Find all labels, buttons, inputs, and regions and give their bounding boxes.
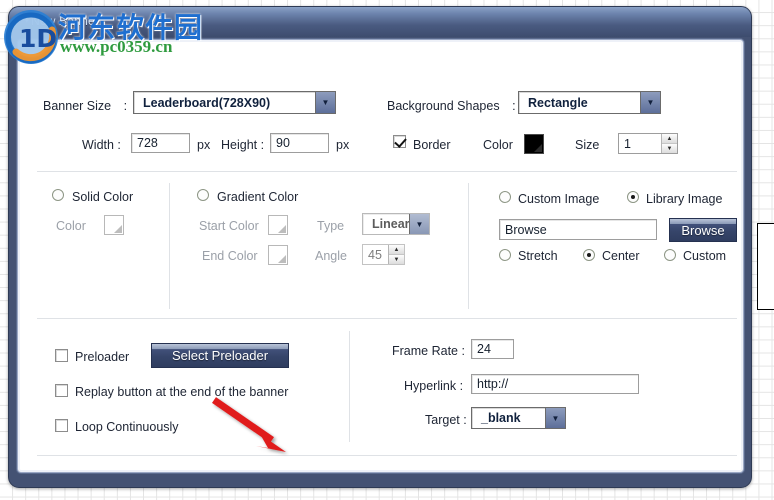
height-input[interactable]: 90 — [270, 133, 329, 153]
width-input[interactable]: 728 — [131, 133, 190, 153]
gradient-angle-spinner[interactable]: 45 ▲ ▼ — [362, 244, 405, 265]
swatch-dropdown-icon — [534, 144, 542, 152]
border-color-label: Color — [483, 138, 513, 152]
target-value: _blank — [481, 411, 521, 425]
start-color-label: Start Color — [199, 219, 259, 233]
fill-divider-2 — [468, 183, 469, 309]
new-banner-dialog: ✦ New Banner Banner Size : Leaderboard(7… — [8, 6, 752, 488]
custom-label: Custom — [683, 249, 727, 263]
hyperlink-input[interactable]: http:// — [471, 374, 639, 394]
background-white-block — [757, 223, 774, 310]
replay-button-checkbox[interactable] — [55, 384, 68, 397]
fill-divider-1 — [169, 183, 170, 309]
browse-button[interactable]: Browse — [669, 218, 737, 242]
border-color-swatch[interactable] — [524, 134, 544, 154]
solid-color-label: Solid Color — [72, 190, 134, 204]
browse-path-input[interactable]: Browse — [499, 219, 657, 240]
title-marker-icon: ✦ — [23, 15, 31, 25]
replay-button-label: Replay button at the end of the banner — [75, 385, 289, 399]
background-shapes-value: Rectangle — [528, 95, 588, 110]
gradient-angle-label: Angle — [315, 249, 347, 263]
select-preloader-button[interactable]: Select Preloader — [151, 343, 289, 368]
border-size-label: Size — [575, 138, 600, 152]
custom-image-radio[interactable] — [499, 191, 511, 203]
border-label: Border — [413, 138, 451, 152]
gradient-color-label: Gradient Color — [217, 190, 299, 204]
library-image-label: Library Image — [646, 192, 723, 206]
chevron-down-icon[interactable]: ▼ — [545, 408, 565, 428]
spinner-up-icon[interactable]: ▲ — [389, 245, 404, 255]
solid-color-radio[interactable] — [52, 189, 64, 201]
width-label: Width : — [82, 138, 121, 152]
dialog-titlebar[interactable]: ✦ New Banner — [9, 7, 751, 37]
gradient-color-radio[interactable] — [197, 189, 209, 201]
width-unit-label: px — [197, 138, 211, 152]
height-label: Height : — [221, 138, 265, 152]
border-size-spinner[interactable]: 1 ▲ ▼ — [618, 133, 678, 154]
spinner-down-icon[interactable]: ▼ — [389, 255, 404, 264]
gradient-type-combobox[interactable]: Linear ▼ — [362, 213, 430, 235]
dialog-body-panel: Banner Size : Leaderboard(728X90) ▼ Back… — [17, 39, 744, 473]
swatch-dropdown-icon — [114, 225, 122, 233]
start-color-swatch[interactable] — [268, 215, 288, 235]
center-label: Center — [602, 249, 640, 263]
center-radio[interactable] — [583, 249, 595, 261]
gradient-type-label: Type — [317, 219, 345, 233]
loop-continuously-checkbox[interactable] — [55, 419, 68, 432]
spinner-down-icon[interactable]: ▼ — [662, 144, 677, 153]
chevron-down-icon[interactable]: ▼ — [640, 92, 660, 113]
custom-image-label: Custom Image — [518, 192, 600, 206]
banner-size-label: Banner Size : — [43, 99, 128, 113]
gradient-angle-value: 45 — [368, 247, 382, 262]
chevron-down-icon[interactable]: ▼ — [409, 214, 429, 234]
height-unit-label: px — [336, 138, 350, 152]
end-color-label: End Color — [202, 249, 258, 263]
chevron-down-icon[interactable]: ▼ — [315, 92, 335, 113]
options-divider — [349, 331, 350, 442]
section-divider-2 — [37, 318, 737, 319]
frame-rate-input[interactable]: 24 — [471, 339, 514, 359]
banner-size-combobox[interactable]: Leaderboard(728X90) ▼ — [133, 91, 336, 114]
library-image-radio[interactable] — [627, 191, 639, 203]
end-color-swatch[interactable] — [268, 245, 288, 265]
preloader-label: Preloader — [75, 350, 130, 364]
swatch-dropdown-icon — [278, 255, 286, 263]
spinner-buttons[interactable]: ▲ ▼ — [661, 134, 677, 153]
solid-color-swatch[interactable] — [104, 215, 124, 235]
stretch-label: Stretch — [518, 249, 558, 263]
spinner-buttons[interactable]: ▲ ▼ — [388, 245, 404, 264]
solid-color-color-label: Color — [56, 219, 86, 233]
gradient-type-value: Linear — [372, 217, 409, 231]
dialog-title: New Banner — [31, 14, 100, 28]
banner-size-value: Leaderboard(728X90) — [143, 95, 271, 110]
stretch-radio[interactable] — [499, 249, 511, 261]
spinner-up-icon[interactable]: ▲ — [662, 134, 677, 144]
loop-continuously-label: Loop Continuously — [75, 420, 179, 434]
preloader-checkbox[interactable] — [55, 349, 68, 362]
swatch-dropdown-icon — [278, 225, 286, 233]
background-shapes-label: Background Shapes : — [387, 99, 516, 113]
frame-rate-label: Frame Rate : — [392, 344, 465, 358]
section-divider-1 — [37, 171, 737, 172]
target-label: Target : — [425, 413, 467, 427]
background-shapes-combobox[interactable]: Rectangle ▼ — [518, 91, 661, 114]
target-combobox[interactable]: _blank ▼ — [471, 407, 566, 429]
border-size-value: 1 — [624, 136, 631, 151]
hyperlink-label: Hyperlink : — [404, 379, 464, 393]
section-divider-3 — [37, 455, 737, 456]
border-checkbox[interactable] — [393, 135, 406, 148]
custom-radio[interactable] — [664, 249, 676, 261]
